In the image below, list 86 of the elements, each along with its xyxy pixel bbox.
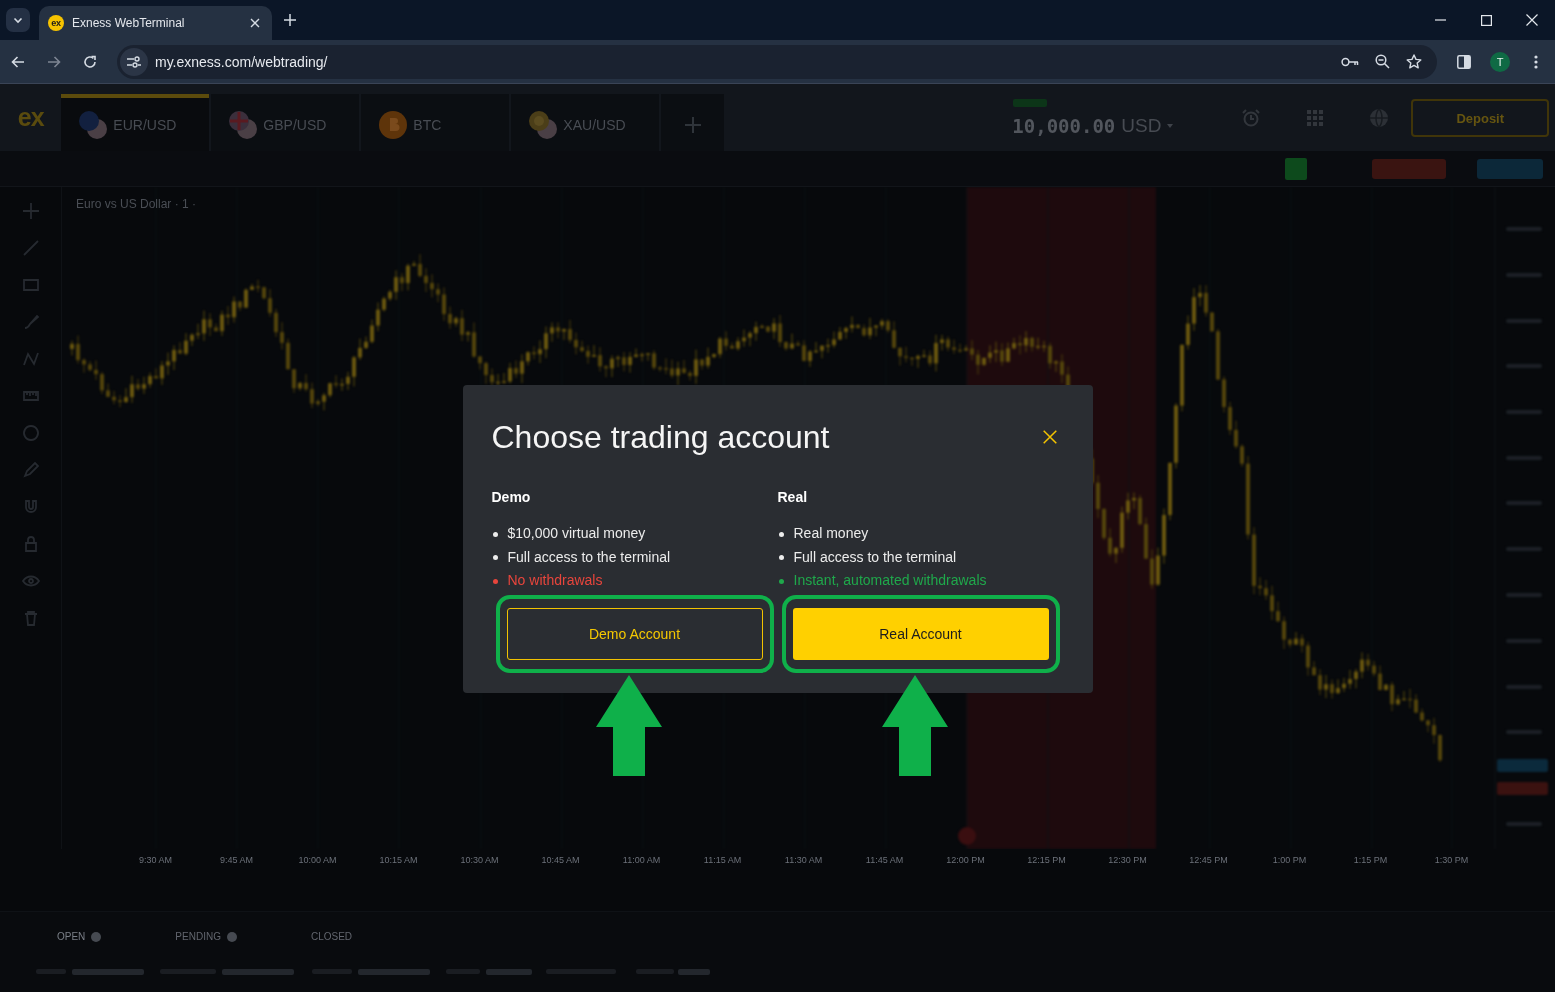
coin-pair-icon bbox=[528, 109, 559, 140]
time-axis-label: 10:30 AM bbox=[459, 855, 500, 865]
bullet-icon bbox=[778, 531, 784, 537]
feature-text: No withdrawals bbox=[507, 571, 603, 591]
profile-avatar: T bbox=[1490, 51, 1510, 72]
star-icon bbox=[1406, 54, 1422, 69]
option-heading: Real bbox=[777, 488, 809, 507]
square-toggle-icon[interactable] bbox=[1285, 157, 1307, 180]
feature-text: Real money bbox=[793, 524, 869, 544]
browser-tab[interactable]: ex Exness WebTerminal bbox=[39, 6, 272, 40]
time-axis-label: 1:30 PM bbox=[1433, 855, 1470, 865]
currency-pair-icon bbox=[78, 109, 109, 140]
url-text: my.exness.com/webtrading/ bbox=[155, 53, 328, 70]
time-axis-label: 12:00 PM bbox=[945, 855, 986, 865]
instrument-tab[interactable]: XAU/USD bbox=[511, 94, 660, 151]
feature-text: Full access to the terminal bbox=[793, 547, 957, 567]
globe-icon bbox=[1369, 107, 1390, 128]
tab-title: Exness WebTerminal bbox=[72, 16, 186, 30]
time-axis-label: 11:30 AM bbox=[783, 855, 824, 865]
time-axis-label: 10:45 AM bbox=[540, 855, 581, 865]
instrument-tab[interactable]: GBP/USD bbox=[211, 94, 360, 151]
deposit-button[interactable]: Deposit bbox=[1411, 99, 1549, 137]
back-arrow-icon bbox=[11, 54, 25, 69]
time-axis-label: 9:30 AM bbox=[138, 855, 173, 865]
account-button[interactable]: Demo Account bbox=[506, 607, 763, 660]
time-axis-label: 11:15 AM bbox=[702, 855, 743, 865]
maximize-icon bbox=[1480, 14, 1492, 26]
orders-tab[interactable]: PENDING bbox=[175, 931, 237, 942]
time-axis-label: 9:45 AM bbox=[219, 855, 254, 865]
bullet-icon bbox=[778, 578, 784, 584]
address-bar[interactable]: my.exness.com/webtrading/ bbox=[117, 44, 1437, 79]
option-heading: Demo bbox=[491, 488, 532, 507]
side-panel-icon bbox=[1457, 54, 1471, 69]
exness-logo: ex bbox=[16, 102, 45, 133]
key-icon bbox=[1341, 56, 1359, 67]
site-info-button[interactable] bbox=[120, 47, 148, 76]
bullet-icon bbox=[492, 555, 498, 560]
bullet-icon bbox=[492, 531, 498, 537]
bullet-icon bbox=[492, 578, 498, 584]
add-instrument-button[interactable] bbox=[661, 94, 725, 151]
sell-price-button[interactable] bbox=[1372, 158, 1446, 179]
dialog-title: Choose trading account bbox=[491, 418, 830, 458]
balance-amount: 10,000.00 bbox=[1012, 114, 1116, 137]
orders-tab[interactable]: OPEN bbox=[57, 931, 102, 942]
caret-down-icon bbox=[1167, 123, 1174, 128]
alarm-clock-icon bbox=[1242, 108, 1261, 127]
time-axis-label: 12:45 PM bbox=[1188, 855, 1229, 865]
tune-icon bbox=[127, 55, 141, 68]
reload-icon bbox=[83, 54, 97, 69]
feature-text: $10,000 virtual money bbox=[507, 524, 646, 544]
instrument-tab[interactable]: BTC bbox=[361, 94, 510, 151]
time-axis-label: 1:15 PM bbox=[1352, 855, 1389, 865]
plus-icon bbox=[684, 116, 701, 133]
account-badge-icon bbox=[1013, 98, 1048, 107]
kebab-menu-icon bbox=[1534, 54, 1538, 69]
time-axis-label: 10:00 AM bbox=[297, 855, 338, 865]
crosshair-icon[interactable] bbox=[20, 201, 41, 221]
tab-search-button[interactable] bbox=[6, 8, 30, 32]
forward-arrow-icon bbox=[47, 54, 61, 69]
favicon-logo: ex bbox=[48, 15, 64, 31]
time-axis-label: 12:15 PM bbox=[1026, 855, 1067, 865]
feature-text: Full access to the terminal bbox=[507, 547, 671, 567]
orders-tab[interactable]: CLOSED bbox=[310, 931, 353, 942]
time-axis-label: 1:00 PM bbox=[1271, 855, 1308, 865]
bitcoin-coin-icon bbox=[378, 109, 409, 140]
account-button[interactable]: Real Account bbox=[792, 607, 1049, 660]
pencil-icon[interactable] bbox=[20, 460, 41, 480]
zoom-out-icon bbox=[1374, 54, 1390, 69]
circle-icon[interactable] bbox=[20, 423, 41, 443]
close-icon bbox=[1526, 14, 1538, 26]
time-axis-label: 11:00 AM bbox=[621, 855, 662, 865]
bullet-icon bbox=[778, 555, 784, 560]
currency-pair-icon bbox=[228, 109, 259, 140]
time-axis-label: 11:45 AM bbox=[864, 855, 905, 865]
close-icon bbox=[250, 18, 260, 28]
buy-price-button[interactable] bbox=[1477, 158, 1543, 179]
close-icon bbox=[1042, 430, 1057, 445]
time-axis-label: 10:15 AM bbox=[378, 855, 419, 865]
grid-icon bbox=[1307, 109, 1324, 126]
instrument-tab[interactable]: EUR/USD bbox=[61, 94, 210, 151]
plus-icon bbox=[284, 14, 296, 26]
feature-text: Instant, automated withdrawals bbox=[793, 571, 987, 591]
chart-title: Euro vs US Dollar · 1 · bbox=[76, 197, 197, 211]
minimize-icon bbox=[1434, 19, 1446, 21]
time-axis-label: 12:30 PM bbox=[1107, 855, 1148, 865]
profile-button[interactable]: T bbox=[1483, 44, 1517, 79]
